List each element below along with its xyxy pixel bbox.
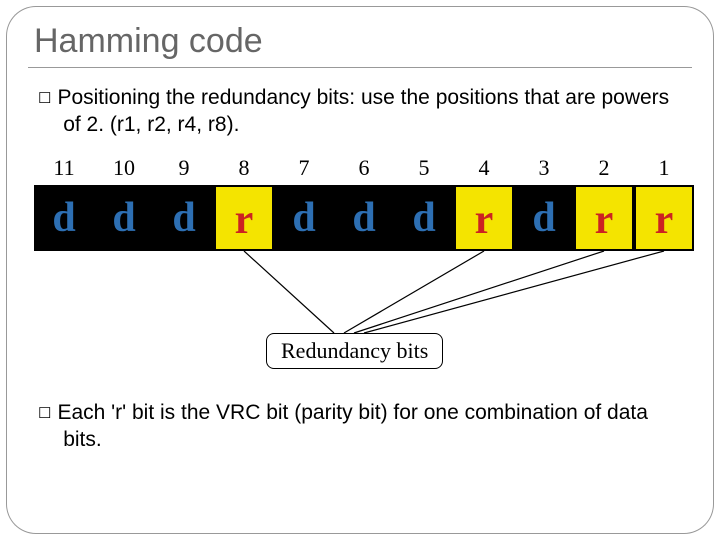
pos-label: 5 — [394, 155, 454, 181]
pos-label: 11 — [34, 155, 94, 181]
pos-label: 2 — [574, 155, 634, 181]
slide: Hamming code ☐ Positioning the redundancy… — [0, 0, 720, 540]
bullet-1: ☐ Positioning the redundancy bits: use th… — [38, 84, 682, 139]
bit-cell: d — [514, 185, 574, 251]
pos-label: 7 — [274, 155, 334, 181]
bit-cell: d — [274, 185, 334, 251]
pos-label: 3 — [514, 155, 574, 181]
pos-label: 10 — [94, 155, 154, 181]
border-decoration — [52, 6, 668, 7]
connector-lines — [34, 251, 694, 341]
pos-label: 4 — [454, 155, 514, 181]
bullet-marker: ☐ — [38, 90, 51, 107]
bit-cell: d — [94, 185, 154, 251]
bit-cell: d — [334, 185, 394, 251]
bit-cell: r — [574, 185, 634, 251]
pos-label: 1 — [634, 155, 694, 181]
bullet-2: ☐ Each 'r' bit is the VRC bit (parity bit… — [38, 399, 682, 454]
bit-cell: d — [34, 185, 94, 251]
bullet-marker: ☐ — [38, 405, 51, 422]
pos-label: 9 — [154, 155, 214, 181]
border-decoration — [52, 533, 668, 534]
pos-label: 6 — [334, 155, 394, 181]
corner-decoration — [6, 6, 53, 53]
bullet-1-text: Positioning the redundancy bits: use the… — [57, 86, 669, 136]
pos-label: 8 — [214, 155, 274, 181]
hamming-diagram: 11 10 9 8 7 6 5 4 3 2 1 d d d r d d d r … — [34, 155, 694, 385]
corner-decoration — [6, 487, 53, 534]
corner-decoration — [667, 6, 714, 53]
bit-row: d d d r d d d r d r r — [34, 185, 694, 251]
slide-title: Hamming code — [34, 22, 692, 61]
bit-cell: d — [394, 185, 454, 251]
redundancy-label: Redundancy bits — [266, 333, 443, 369]
border-decoration — [6, 52, 7, 488]
bit-cell: r — [454, 185, 514, 251]
bit-cell: d — [154, 185, 214, 251]
title-rule — [28, 67, 692, 68]
bit-cell: r — [214, 185, 274, 251]
bullet-2-text: Each 'r' bit is the VRC bit (parity bit)… — [57, 401, 647, 451]
position-labels: 11 10 9 8 7 6 5 4 3 2 1 — [34, 155, 694, 181]
corner-decoration — [667, 487, 714, 534]
border-decoration — [713, 52, 714, 488]
bit-cell: r — [634, 185, 694, 251]
